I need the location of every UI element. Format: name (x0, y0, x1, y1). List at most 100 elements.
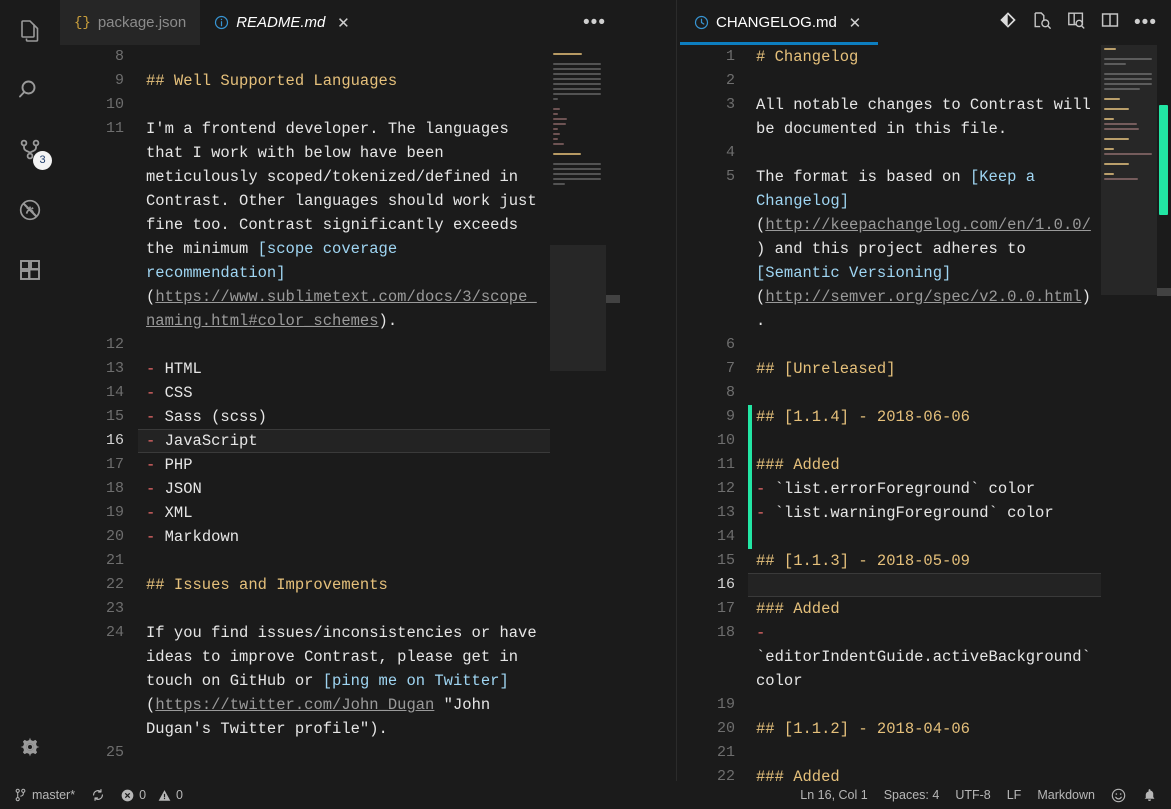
code-line[interactable]: 8 (60, 45, 550, 69)
code-line[interactable]: 6 (680, 333, 1101, 357)
token-head: ### Added (756, 768, 840, 781)
code-line[interactable]: 17 - PHP (60, 453, 550, 477)
smiley-icon (1111, 788, 1126, 803)
line-content (748, 141, 1101, 165)
code-line[interactable]: 9 ## Well Supported Languages (60, 69, 550, 93)
overview-ruler-right[interactable] (1157, 45, 1171, 781)
code-line[interactable]: 24 If you find issues/inconsistencies or … (60, 621, 550, 741)
status-notifications[interactable] (1134, 781, 1165, 809)
git-added-indicator (748, 429, 752, 453)
diff-icon[interactable] (998, 10, 1018, 35)
status-feedback[interactable] (1103, 781, 1134, 809)
split-editor-icon[interactable] (1100, 10, 1120, 35)
code-line[interactable]: 7 ## [Unreleased] (680, 357, 1101, 381)
sidebar-item-extensions[interactable] (0, 240, 60, 300)
code-line[interactable]: 16 (680, 573, 1101, 597)
code-line[interactable]: 13 - HTML (60, 357, 550, 381)
preview-icon[interactable] (1066, 10, 1086, 35)
line-content: - `list.warningForeground` color (748, 501, 1101, 525)
line-number: 13 (105, 360, 124, 377)
minimap-line (553, 138, 559, 140)
code-scroll-left[interactable]: 8 9 ## Well Supported Languages 10 11 I'm a… (60, 45, 550, 781)
line-number: 14 (105, 384, 124, 401)
code-line[interactable]: 9 ## [1.1.4] - 2018-06-06 (680, 405, 1101, 429)
code-line[interactable]: 15 - Sass (scss) (60, 405, 550, 429)
code-line[interactable]: 2 (680, 69, 1101, 93)
code-line[interactable]: 12 - `list.errorForeground` color (680, 477, 1101, 501)
code-line[interactable]: 5 The format is based on [Keep a Changelo… (680, 165, 1101, 333)
line-content (138, 741, 550, 765)
tab-readme-md[interactable]: README.md ✕ (200, 0, 366, 45)
code-line[interactable]: 23 (60, 597, 550, 621)
manage-settings-button[interactable] (0, 721, 60, 781)
status-language-mode[interactable]: Markdown (1029, 781, 1103, 809)
code-line[interactable]: 12 (60, 333, 550, 357)
code-line[interactable]: 14 (680, 525, 1101, 549)
sidebar-item-debug[interactable] (0, 180, 60, 240)
line-number: 21 (716, 744, 735, 761)
minimap-line (553, 98, 558, 100)
minimap-line (553, 173, 601, 175)
code-line[interactable]: 16 - JavaScript (60, 429, 550, 453)
status-problems[interactable]: 0 0 (113, 781, 191, 809)
token-url: https://www.sublimetext.com/docs/3/scope… (146, 288, 537, 330)
status-indentation[interactable]: Spaces: 4 (876, 781, 948, 809)
code-line[interactable]: 22 ### Added (680, 765, 1101, 781)
line-number: 15 (105, 408, 124, 425)
code-line[interactable]: 11 I'm a frontend developer. The language… (60, 117, 550, 333)
token-bullet: - (146, 384, 165, 402)
code-line[interactable]: 21 (60, 549, 550, 573)
overview-ruler-left[interactable] (606, 45, 620, 781)
minimap-line (553, 163, 601, 165)
code-line[interactable]: 20 - Markdown (60, 525, 550, 549)
code-line[interactable]: 22 ## Issues and Improvements (60, 573, 550, 597)
code-line[interactable]: 3 All notable changes to Contrast will be… (680, 93, 1101, 141)
code-line[interactable]: 11 ### Added (680, 453, 1101, 477)
token-bullet: - (146, 504, 165, 522)
preview-side-icon[interactable] (1032, 10, 1052, 35)
code-line[interactable]: 14 - CSS (60, 381, 550, 405)
close-icon[interactable]: ✕ (846, 14, 864, 32)
code-line[interactable]: 1 # Changelog (680, 45, 1101, 69)
close-icon[interactable]: ✕ (334, 14, 352, 32)
tab-package-json[interactable]: {} package.json (60, 0, 201, 45)
line-number: 14 (716, 528, 735, 545)
code-line[interactable]: 25 (60, 741, 550, 765)
token-link: [ping me on Twitter] (322, 672, 509, 690)
code-line[interactable]: 4 (680, 141, 1101, 165)
code-scroll-right[interactable]: 1 # Changelog 2 3 All notable changes to Co… (680, 45, 1101, 781)
line-content (748, 381, 1101, 405)
sidebar-item-source-control[interactable]: 3 (0, 120, 60, 180)
code-line[interactable]: 13 - `list.warningForeground` color (680, 501, 1101, 525)
code-line[interactable]: 21 (680, 741, 1101, 765)
status-cursor-position[interactable]: Ln 16, Col 1 (792, 781, 875, 809)
status-encoding[interactable]: UTF-8 (947, 781, 998, 809)
code-line[interactable]: 15 ## [1.1.3] - 2018-05-09 (680, 549, 1101, 573)
code-line[interactable]: 18 - `editorIndentGuide.activeBackground`… (680, 621, 1101, 693)
line-number: 23 (105, 600, 124, 617)
minimap-left[interactable] (550, 45, 606, 781)
code-line[interactable]: 10 (60, 93, 550, 117)
status-sync[interactable] (83, 781, 113, 809)
editor-group-divider[interactable] (620, 0, 680, 781)
tab-changelog-md[interactable]: CHANGELOG.md ✕ (680, 0, 878, 45)
more-actions-button[interactable]: ••• (583, 13, 606, 32)
status-eol[interactable]: LF (999, 781, 1030, 809)
tab-label: README.md (236, 14, 326, 31)
code-line[interactable]: 20 ## [1.1.2] - 2018-04-06 (680, 717, 1101, 741)
code-line[interactable]: 19 (680, 693, 1101, 717)
line-content (138, 93, 550, 117)
code-line[interactable]: 19 - XML (60, 501, 550, 525)
status-branch[interactable]: master* (6, 781, 83, 809)
code-line[interactable]: 18 - JSON (60, 477, 550, 501)
code-line[interactable]: 10 (680, 429, 1101, 453)
line-content: ## Issues and Improvements (138, 573, 550, 597)
more-actions-button[interactable]: ••• (1134, 13, 1157, 32)
minimap-right[interactable] (1101, 45, 1157, 781)
code-line[interactable]: 8 (680, 381, 1101, 405)
sidebar-item-explorer[interactable] (0, 0, 60, 60)
token-punct: ( (146, 696, 156, 714)
sidebar-item-search[interactable] (0, 60, 60, 120)
code-line[interactable]: 17 ### Added (680, 597, 1101, 621)
line-number: 24 (105, 624, 124, 641)
